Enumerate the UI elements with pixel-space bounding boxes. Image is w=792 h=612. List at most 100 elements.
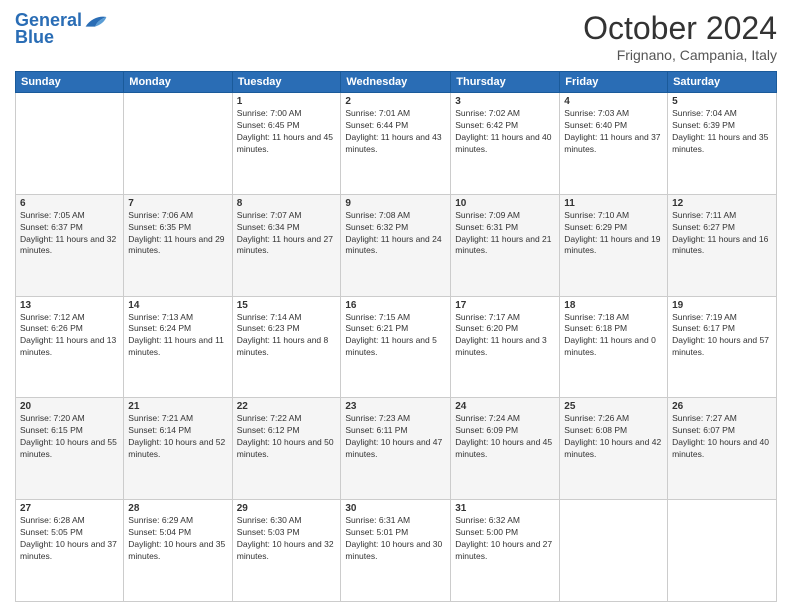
calendar-week-row: 13Sunrise: 7:12 AMSunset: 6:26 PMDayligh… (16, 296, 777, 398)
sunrise-text: Sunrise: 7:06 AM (128, 210, 227, 222)
calendar-cell: 20Sunrise: 7:20 AMSunset: 6:15 PMDayligh… (16, 398, 124, 500)
day-info: Sunrise: 6:30 AMSunset: 5:03 PMDaylight:… (237, 515, 337, 563)
weekday-header-sunday: Sunday (16, 72, 124, 93)
sunset-text: Sunset: 6:44 PM (345, 120, 446, 132)
daylight-text: Daylight: 11 hours and 43 minutes. (345, 132, 446, 156)
sunset-text: Sunset: 6:31 PM (455, 222, 555, 234)
sunset-text: Sunset: 6:35 PM (128, 222, 227, 234)
day-info: Sunrise: 7:02 AMSunset: 6:42 PMDaylight:… (455, 108, 555, 156)
calendar-cell: 12Sunrise: 7:11 AMSunset: 6:27 PMDayligh… (668, 194, 777, 296)
day-number: 31 (455, 503, 555, 514)
sunrise-text: Sunrise: 7:26 AM (564, 413, 663, 425)
calendar-cell: 19Sunrise: 7:19 AMSunset: 6:17 PMDayligh… (668, 296, 777, 398)
sunset-text: Sunset: 6:23 PM (237, 323, 337, 335)
title-block: October 2024 Frignano, Campania, Italy (583, 10, 777, 63)
calendar-cell: 15Sunrise: 7:14 AMSunset: 6:23 PMDayligh… (232, 296, 341, 398)
day-info: Sunrise: 7:15 AMSunset: 6:21 PMDaylight:… (345, 312, 446, 360)
day-number: 2 (345, 96, 446, 107)
sunset-text: Sunset: 5:00 PM (455, 527, 555, 539)
day-info: Sunrise: 7:10 AMSunset: 6:29 PMDaylight:… (564, 210, 663, 258)
day-number: 7 (128, 198, 227, 209)
day-info: Sunrise: 7:06 AMSunset: 6:35 PMDaylight:… (128, 210, 227, 258)
daylight-text: Daylight: 10 hours and 57 minutes. (672, 335, 772, 359)
daylight-text: Daylight: 11 hours and 40 minutes. (455, 132, 555, 156)
daylight-text: Daylight: 11 hours and 0 minutes. (564, 335, 663, 359)
sunset-text: Sunset: 6:09 PM (455, 425, 555, 437)
calendar-cell: 14Sunrise: 7:13 AMSunset: 6:24 PMDayligh… (124, 296, 232, 398)
daylight-text: Daylight: 10 hours and 32 minutes. (237, 539, 337, 563)
daylight-text: Daylight: 11 hours and 37 minutes. (564, 132, 663, 156)
header: General Blue October 2024 Frignano, Camp… (15, 10, 777, 63)
calendar-cell: 2Sunrise: 7:01 AMSunset: 6:44 PMDaylight… (341, 93, 451, 195)
calendar-cell (560, 500, 668, 602)
calendar-cell: 16Sunrise: 7:15 AMSunset: 6:21 PMDayligh… (341, 296, 451, 398)
daylight-text: Daylight: 10 hours and 47 minutes. (345, 437, 446, 461)
weekday-header-friday: Friday (560, 72, 668, 93)
daylight-text: Daylight: 11 hours and 32 minutes. (20, 234, 119, 258)
calendar-cell: 17Sunrise: 7:17 AMSunset: 6:20 PMDayligh… (451, 296, 560, 398)
calendar-week-row: 6Sunrise: 7:05 AMSunset: 6:37 PMDaylight… (16, 194, 777, 296)
sunset-text: Sunset: 6:32 PM (345, 222, 446, 234)
sunrise-text: Sunrise: 7:14 AM (237, 312, 337, 324)
day-info: Sunrise: 7:03 AMSunset: 6:40 PMDaylight:… (564, 108, 663, 156)
sunset-text: Sunset: 6:45 PM (237, 120, 337, 132)
daylight-text: Daylight: 10 hours and 45 minutes. (455, 437, 555, 461)
day-info: Sunrise: 7:12 AMSunset: 6:26 PMDaylight:… (20, 312, 119, 360)
day-info: Sunrise: 6:31 AMSunset: 5:01 PMDaylight:… (345, 515, 446, 563)
sunrise-text: Sunrise: 7:03 AM (564, 108, 663, 120)
calendar-cell (668, 500, 777, 602)
sunset-text: Sunset: 6:39 PM (672, 120, 772, 132)
day-number: 1 (237, 96, 337, 107)
calendar-week-row: 20Sunrise: 7:20 AMSunset: 6:15 PMDayligh… (16, 398, 777, 500)
sunset-text: Sunset: 6:40 PM (564, 120, 663, 132)
daylight-text: Daylight: 10 hours and 42 minutes. (564, 437, 663, 461)
daylight-text: Daylight: 11 hours and 29 minutes. (128, 234, 227, 258)
daylight-text: Daylight: 10 hours and 50 minutes. (237, 437, 337, 461)
calendar-cell: 27Sunrise: 6:28 AMSunset: 5:05 PMDayligh… (16, 500, 124, 602)
day-info: Sunrise: 6:28 AMSunset: 5:05 PMDaylight:… (20, 515, 119, 563)
calendar-week-row: 1Sunrise: 7:00 AMSunset: 6:45 PMDaylight… (16, 93, 777, 195)
sunset-text: Sunset: 6:07 PM (672, 425, 772, 437)
calendar-cell: 31Sunrise: 6:32 AMSunset: 5:00 PMDayligh… (451, 500, 560, 602)
day-info: Sunrise: 7:14 AMSunset: 6:23 PMDaylight:… (237, 312, 337, 360)
daylight-text: Daylight: 10 hours and 30 minutes. (345, 539, 446, 563)
daylight-text: Daylight: 11 hours and 35 minutes. (672, 132, 772, 156)
day-number: 19 (672, 300, 772, 311)
day-number: 6 (20, 198, 119, 209)
daylight-text: Daylight: 11 hours and 19 minutes. (564, 234, 663, 258)
day-info: Sunrise: 7:11 AMSunset: 6:27 PMDaylight:… (672, 210, 772, 258)
calendar-cell: 3Sunrise: 7:02 AMSunset: 6:42 PMDaylight… (451, 93, 560, 195)
sunrise-text: Sunrise: 7:00 AM (237, 108, 337, 120)
sunrise-text: Sunrise: 7:08 AM (345, 210, 446, 222)
day-number: 18 (564, 300, 663, 311)
day-info: Sunrise: 7:18 AMSunset: 6:18 PMDaylight:… (564, 312, 663, 360)
sunrise-text: Sunrise: 7:18 AM (564, 312, 663, 324)
day-number: 4 (564, 96, 663, 107)
calendar-cell (124, 93, 232, 195)
sunrise-text: Sunrise: 7:09 AM (455, 210, 555, 222)
calendar-cell: 4Sunrise: 7:03 AMSunset: 6:40 PMDaylight… (560, 93, 668, 195)
day-number: 15 (237, 300, 337, 311)
sunrise-text: Sunrise: 7:19 AM (672, 312, 772, 324)
calendar-cell: 5Sunrise: 7:04 AMSunset: 6:39 PMDaylight… (668, 93, 777, 195)
sunset-text: Sunset: 6:17 PM (672, 323, 772, 335)
day-info: Sunrise: 7:22 AMSunset: 6:12 PMDaylight:… (237, 413, 337, 461)
calendar-page: General Blue October 2024 Frignano, Camp… (0, 0, 792, 612)
sunset-text: Sunset: 6:34 PM (237, 222, 337, 234)
sunset-text: Sunset: 6:29 PM (564, 222, 663, 234)
sunset-text: Sunset: 5:01 PM (345, 527, 446, 539)
day-number: 17 (455, 300, 555, 311)
day-number: 11 (564, 198, 663, 209)
calendar-cell: 24Sunrise: 7:24 AMSunset: 6:09 PMDayligh… (451, 398, 560, 500)
daylight-text: Daylight: 11 hours and 45 minutes. (237, 132, 337, 156)
month-title: October 2024 (583, 10, 777, 47)
calendar-cell: 1Sunrise: 7:00 AMSunset: 6:45 PMDaylight… (232, 93, 341, 195)
calendar-table: SundayMondayTuesdayWednesdayThursdayFrid… (15, 71, 777, 602)
sunrise-text: Sunrise: 7:27 AM (672, 413, 772, 425)
daylight-text: Daylight: 11 hours and 8 minutes. (237, 335, 337, 359)
daylight-text: Daylight: 10 hours and 35 minutes. (128, 539, 227, 563)
sunset-text: Sunset: 5:05 PM (20, 527, 119, 539)
logo: General Blue (15, 10, 108, 48)
sunrise-text: Sunrise: 7:15 AM (345, 312, 446, 324)
day-number: 24 (455, 401, 555, 412)
